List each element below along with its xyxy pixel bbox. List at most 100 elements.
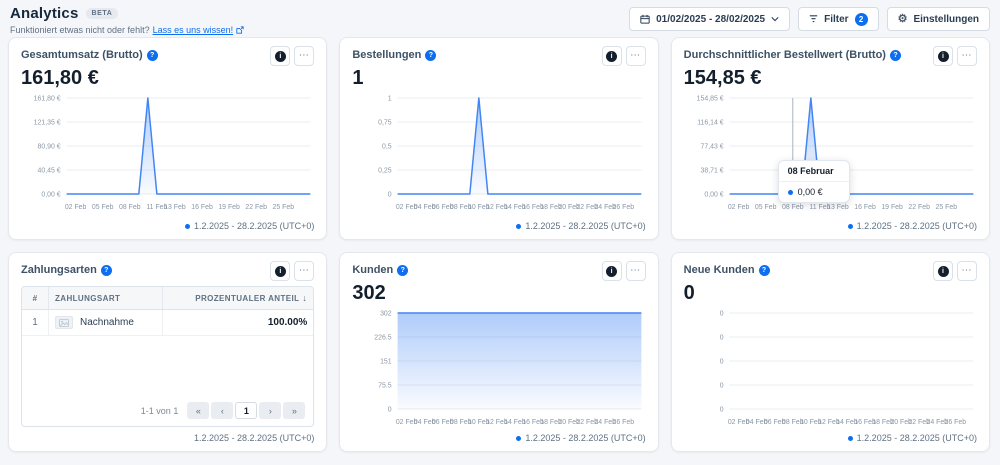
legend-label: 1.2.2025 - 28.2.2025 (UTC+0) [525,221,645,231]
legend-dot [516,224,521,229]
chart-area[interactable]: 302226.515175.5002 Feb04 Feb06 Feb08 Feb… [352,307,645,433]
svg-text:116,14 €: 116,14 € [697,119,724,126]
date-range-button[interactable]: 01/02/2025 - 28/02/2025 [629,7,790,31]
card-neue-kunden: Neue Kunden ? i ⋯ 0 0000002 Feb04 Feb06 … [671,252,990,452]
feedback-link[interactable]: Lass es uns wissen! [153,25,234,35]
payment-method-cell: Nachnahme [48,310,162,335]
help-icon[interactable]: ? [397,265,408,276]
svg-text:08 Feb: 08 Feb [119,204,141,211]
help-icon[interactable]: ? [101,265,112,276]
card-title: Durchschnittlicher Bestellwert (Brutto) [684,49,886,61]
info-button[interactable]: i [270,261,290,281]
svg-text:13 Feb: 13 Feb [827,204,849,211]
legend-label: 1.2.2025 - 28.2.2025 (UTC+0) [857,221,977,231]
svg-text:22 Feb: 22 Feb [245,204,267,211]
svg-text:0: 0 [719,406,723,413]
metric-value: 161,80 € [21,67,314,90]
chart-area[interactable]: 10,750,50,25002 Feb04 Feb06 Feb08 Feb10 … [352,92,645,218]
column-header-number[interactable]: # [22,287,48,309]
filter-icon [809,15,818,24]
info-icon: i [606,51,617,62]
context-menu-button[interactable]: ⋯ [294,261,314,281]
card-title: Zahlungsarten [21,264,97,276]
svg-text:77,43 €: 77,43 € [700,143,723,150]
card-bestellwert: Durchschnittlicher Bestellwert (Brutto) … [671,37,990,240]
customers-chart[interactable]: 302226.515175.5002 Feb04 Feb06 Feb08 Feb… [352,307,645,433]
date-range-label: 01/02/2025 - 28/02/2025 [656,14,765,25]
subtitle: Funktioniert etwas nicht oder fehlt? Las… [10,25,244,35]
chart-area[interactable]: 0000002 Feb04 Feb06 Feb08 Feb10 Feb12 Fe… [684,307,977,433]
svg-text:08 Feb: 08 Feb [782,204,804,211]
row-number: 1 [22,310,48,335]
pagination-page-button[interactable]: 1 [235,402,257,419]
svg-text:13 Feb: 13 Feb [164,204,186,211]
svg-text:25 Feb: 25 Feb [272,204,294,211]
svg-text:0,00 €: 0,00 € [704,191,723,198]
info-button[interactable]: i [933,261,953,281]
svg-text:19 Feb: 19 Feb [218,204,240,211]
revenue-chart[interactable]: 161,80 €121,35 €80,90 €40,45 €0,00 €02 F… [21,92,314,218]
info-button[interactable]: i [270,46,290,66]
context-menu-button[interactable]: ⋯ [957,46,977,66]
pagination-prev-button[interactable]: ‹ [211,402,233,419]
svg-text:121,35 €: 121,35 € [34,119,61,126]
header-actions: 01/02/2025 - 28/02/2025 Filter 2 ⚙ Einst… [629,5,990,31]
context-menu-button[interactable]: ⋯ [626,261,646,281]
svg-text:16 Feb: 16 Feb [854,204,876,211]
chart-legend: 1.2.2025 - 28.2.2025 (UTC+0) [684,221,977,231]
help-icon[interactable]: ? [425,50,436,61]
beta-badge: BETA [86,8,119,19]
svg-text:16 Feb: 16 Feb [191,204,213,211]
help-icon[interactable]: ? [890,50,901,61]
table-header: # ZAHLUNGSART PROZENTUALER ANTEIL ↓ [22,287,313,310]
help-icon[interactable]: ? [147,50,158,61]
filter-count-badge: 2 [855,13,868,26]
info-button[interactable]: i [602,46,622,66]
ellipsis-icon: ⋯ [630,51,641,61]
card-title: Gesamtumsatz (Brutto) [21,49,143,61]
metric-value: 302 [352,282,645,305]
column-header-anteil[interactable]: PROZENTUALER ANTEIL ↓ [162,287,313,309]
context-menu-button[interactable]: ⋯ [957,261,977,281]
svg-text:0: 0 [719,334,723,341]
legend-dot [848,224,853,229]
svg-text:0,25: 0,25 [378,167,392,174]
chart-area[interactable]: 161,80 €121,35 €80,90 €40,45 €0,00 €02 F… [21,92,314,218]
ellipsis-icon: ⋯ [630,266,641,276]
info-button[interactable]: i [602,261,622,281]
card-kunden: Kunden ? i ⋯ 302 302226.515175.5002 Feb0… [339,252,658,452]
column-header-zahlungsart[interactable]: ZAHLUNGSART [48,287,162,309]
legend-dot [185,224,190,229]
filter-button[interactable]: Filter 2 [798,7,878,31]
svg-text:26 Feb: 26 Feb [613,419,635,426]
pagination-next-button[interactable]: › [259,402,281,419]
info-icon: i [606,266,617,277]
image-placeholder-icon [55,316,73,329]
svg-text:05 Feb: 05 Feb [92,204,114,211]
svg-text:154,85 €: 154,85 € [696,95,723,102]
context-menu-button[interactable]: ⋯ [626,46,646,66]
pagination-first-button[interactable]: « [187,402,209,419]
pagination: 1-1 von 1 « ‹ 1 › » [22,396,313,426]
pagination-last-button[interactable]: » [283,402,305,419]
orders-chart[interactable]: 10,750,50,25002 Feb04 Feb06 Feb08 Feb10 … [352,92,645,218]
svg-text:19 Feb: 19 Feb [881,204,903,211]
svg-text:0: 0 [388,191,392,198]
metric-value: 1 [352,67,645,90]
new-customers-chart[interactable]: 0000002 Feb04 Feb06 Feb08 Feb10 Feb12 Fe… [684,307,977,433]
ellipsis-icon: ⋯ [299,266,310,276]
payment-method-name: Nachnahme [80,317,134,328]
chart-area[interactable]: 154,85 €116,14 €77,43 €38,71 €0,00 €02 F… [684,92,977,218]
legend-dot [516,436,521,441]
info-button[interactable]: i [933,46,953,66]
chart-legend: 1.2.2025 - 28.2.2025 (UTC+0) [352,433,645,443]
legend-dot [848,436,853,441]
chart-legend: 1.2.2025 - 28.2.2025 (UTC+0) [684,433,977,443]
context-menu-button[interactable]: ⋯ [294,46,314,66]
svg-text:302: 302 [380,310,392,317]
help-icon[interactable]: ? [759,265,770,276]
svg-text:02 Feb: 02 Feb [65,204,87,211]
settings-button[interactable]: ⚙ Einstellungen [887,7,990,31]
tooltip-value: 0,00 € [798,187,823,197]
svg-text:0: 0 [719,358,723,365]
